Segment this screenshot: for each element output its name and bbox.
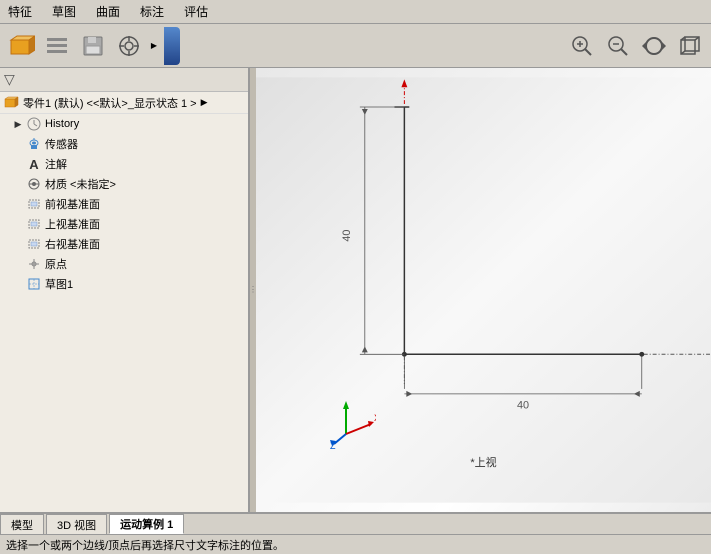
right-plane-icon bbox=[26, 236, 42, 252]
svg-text:40: 40 bbox=[341, 230, 353, 242]
history-label: History bbox=[45, 118, 79, 130]
bottom-tabs: 模型 3D 视图 运动算例 1 bbox=[0, 512, 711, 534]
sketch1-label: 草图1 bbox=[45, 276, 73, 292]
canvas-area[interactable]: 40 40 X Z bbox=[256, 68, 711, 512]
status-bar: 选择一个或两个边线/顶点后再选择尺寸文字标注的位置。 bbox=[0, 534, 711, 554]
zoom-fit-button[interactable] bbox=[565, 29, 599, 63]
sensor-label: 传感器 bbox=[45, 136, 78, 152]
top-plane-label: 上视基准面 bbox=[45, 216, 100, 232]
svg-text:Z: Z bbox=[330, 441, 336, 449]
tree-item-history[interactable]: ▶ History bbox=[0, 114, 248, 134]
zoom-out-button[interactable] bbox=[601, 29, 635, 63]
status-text: 选择一个或两个边线/顶点后再选择尺寸文字标注的位置。 bbox=[6, 537, 284, 553]
menu-annotation[interactable]: 标注 bbox=[136, 2, 168, 21]
toolbar-right bbox=[565, 29, 707, 63]
svg-text:40: 40 bbox=[517, 400, 529, 412]
axis-indicator: X Z bbox=[316, 389, 376, 452]
part-header[interactable]: 零件1 (默认) <<默认>_显示状态 1 > ▶ bbox=[0, 92, 248, 114]
front-plane-icon bbox=[26, 196, 42, 212]
filter-icon: ▽ bbox=[4, 71, 15, 88]
tree-item-material[interactable]: 材质 <未指定> bbox=[0, 174, 248, 194]
expand-history[interactable]: ▶ bbox=[12, 118, 24, 130]
menu-feature[interactable]: 特征 bbox=[4, 2, 36, 21]
tree-item-annotation[interactable]: A 注解 bbox=[0, 154, 248, 174]
part-header-icon bbox=[4, 95, 20, 111]
main-area: ▽ 零件1 (默认) <<默认>_显示状态 1 > ▶ ▶ bbox=[0, 68, 711, 512]
svg-text:X: X bbox=[374, 413, 376, 423]
right-plane-label: 右视基准面 bbox=[45, 236, 100, 252]
tab-motion-example[interactable]: 运动算例 1 bbox=[109, 514, 184, 534]
tree-item-right-plane[interactable]: 右视基准面 bbox=[0, 234, 248, 254]
sensor-icon bbox=[26, 136, 42, 152]
menu-surface[interactable]: 曲面 bbox=[92, 2, 124, 21]
menu-evaluate[interactable]: 评估 bbox=[180, 2, 212, 21]
filter-bar: ▽ bbox=[0, 68, 248, 92]
toolbar: ▶ bbox=[0, 24, 711, 68]
tree-container[interactable]: ▶ History bbox=[0, 114, 248, 512]
material-icon bbox=[26, 176, 42, 192]
target-button[interactable] bbox=[112, 29, 146, 63]
tree-item-front-plane[interactable]: 前视基准面 bbox=[0, 194, 248, 214]
save-button[interactable] bbox=[76, 29, 110, 63]
part-header-arrow: ▶ bbox=[201, 97, 208, 108]
tree-item-sensor[interactable]: 传感器 bbox=[0, 134, 248, 154]
tab-model[interactable]: 模型 bbox=[0, 514, 44, 534]
part-button[interactable] bbox=[4, 29, 38, 63]
view-label: *上视 bbox=[470, 454, 496, 470]
tree-item-top-plane[interactable]: 上视基准面 bbox=[0, 214, 248, 234]
part-header-label: 零件1 (默认) <<默认>_显示状态 1 > bbox=[23, 95, 197, 111]
menu-bar: 特征 草图 曲面 标注 评估 bbox=[0, 0, 711, 24]
toolbar-more-arrow[interactable]: ▶ bbox=[148, 29, 160, 63]
material-label: 材质 <未指定> bbox=[45, 176, 116, 192]
tree-item-sketch1[interactable]: 草图1 bbox=[0, 274, 248, 294]
origin-icon bbox=[26, 256, 42, 272]
menu-sketch[interactable]: 草图 bbox=[48, 2, 80, 21]
origin-label: 原点 bbox=[45, 256, 67, 272]
rotate-button[interactable] bbox=[637, 29, 671, 63]
history-icon bbox=[26, 116, 42, 132]
tab-3d-view[interactable]: 3D 视图 bbox=[46, 514, 107, 534]
view-3d-button[interactable] bbox=[673, 29, 707, 63]
left-panel: ▽ 零件1 (默认) <<默认>_显示状态 1 > ▶ ▶ bbox=[0, 68, 250, 512]
annotation-icon: A bbox=[26, 156, 42, 172]
tree-item-origin[interactable]: 原点 bbox=[0, 254, 248, 274]
top-plane-icon bbox=[26, 216, 42, 232]
front-plane-label: 前视基准面 bbox=[45, 196, 100, 212]
sketch1-icon bbox=[26, 276, 42, 292]
feature-manager-button[interactable] bbox=[40, 29, 74, 63]
annotation-label: 注解 bbox=[45, 156, 67, 172]
toolbar-accent bbox=[164, 27, 180, 65]
